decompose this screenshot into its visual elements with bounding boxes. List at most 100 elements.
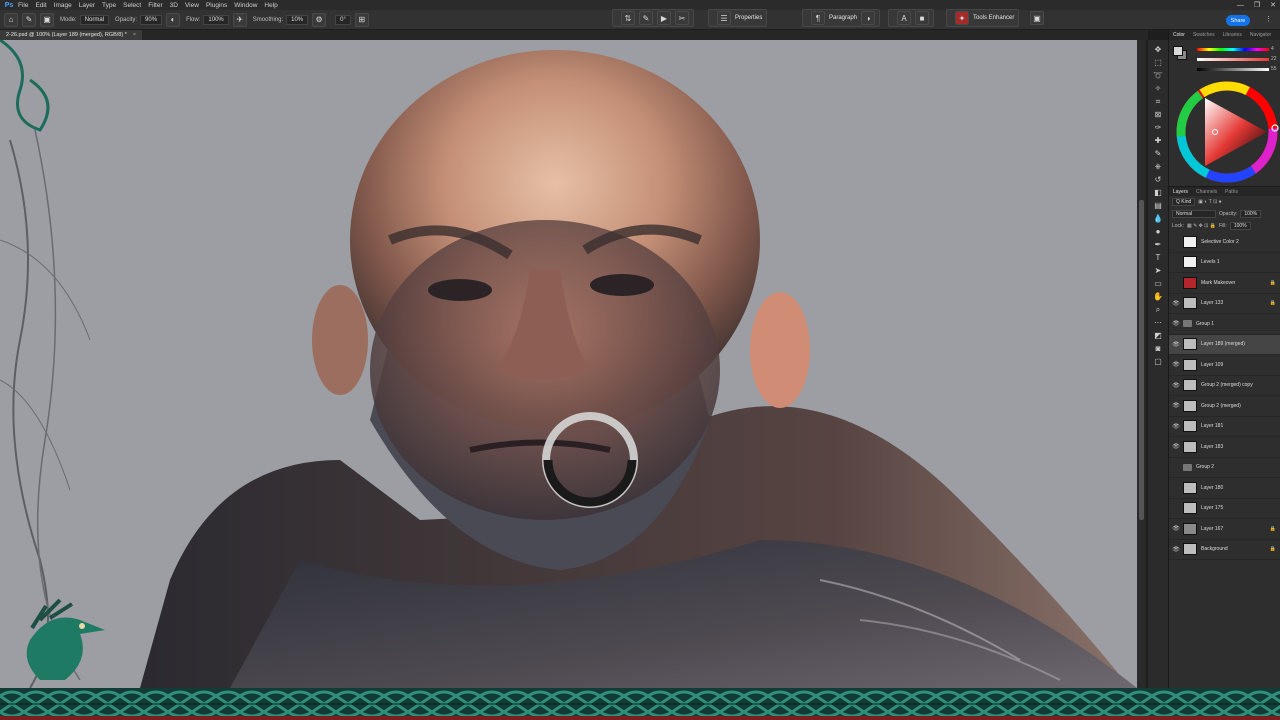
brush-icon[interactable]: ✎: [639, 11, 653, 25]
visibility-eye-icon[interactable]: 👁: [1169, 484, 1183, 491]
share-button[interactable]: Share: [1226, 15, 1250, 26]
angle-control[interactable]: 0°: [332, 14, 351, 25]
shape-tool-icon[interactable]: ▭: [1151, 278, 1165, 290]
brightness-slider[interactable]: [1197, 68, 1269, 71]
layer-row[interactable]: 👁 Group 1: [1169, 314, 1280, 335]
eraser-tool-icon[interactable]: ◧: [1151, 187, 1165, 199]
lasso-tool-icon[interactable]: ➰: [1151, 70, 1165, 82]
quick-mask-icon[interactable]: ◙: [1151, 343, 1165, 355]
path-select-tool-icon[interactable]: ➤: [1151, 265, 1165, 277]
history-brush-tool-icon[interactable]: ↺: [1151, 174, 1165, 186]
visibility-eye-icon[interactable]: 👁: [1169, 238, 1183, 245]
scrollbar-thumb[interactable]: [1139, 200, 1144, 520]
hand-tool-icon[interactable]: ✋: [1151, 291, 1165, 303]
layer-row[interactable]: 👁 Layer 181: [1169, 417, 1280, 437]
opacity-control[interactable]: Opacity: 90%: [115, 14, 163, 25]
tab-color[interactable]: Color: [1169, 32, 1189, 38]
close-icon[interactable]: ✕: [1270, 1, 1276, 9]
play-icon[interactable]: ▶: [657, 11, 671, 25]
layer-row[interactable]: 👁 Layer 189 (merged): [1169, 334, 1280, 355]
tab-navigator[interactable]: Navigator: [1246, 32, 1275, 38]
symmetry-icon[interactable]: ⊞: [354, 12, 369, 27]
brush-preset-icon[interactable]: ✎: [22, 12, 36, 27]
blend-mode-select[interactable]: Normal: [1172, 210, 1216, 218]
hue-value[interactable]: 4: [1271, 46, 1274, 52]
layer-row[interactable]: 👁 Layer 175: [1169, 499, 1280, 519]
layer-row[interactable]: 👁 Layer 109: [1169, 355, 1280, 376]
visibility-eye-icon[interactable]: 👁: [1169, 443, 1183, 450]
visibility-eye-icon[interactable]: 👁: [1169, 300, 1183, 307]
layer-row[interactable]: 👁 Selective Color 2: [1169, 232, 1280, 253]
marquee-tool-icon[interactable]: ⬚: [1151, 57, 1165, 69]
visibility-eye-icon[interactable]: 👁: [1169, 423, 1183, 430]
tab-swatches[interactable]: Swatches: [1189, 32, 1219, 38]
quick-select-tool-icon[interactable]: ✧: [1151, 83, 1165, 95]
tools-enhancer-button[interactable]: ✦ Tools Enhancer: [946, 9, 1020, 27]
eyedropper-tool-icon[interactable]: ✑: [1151, 122, 1165, 134]
menu-select[interactable]: Select: [123, 2, 141, 9]
layer-row[interactable]: 👁 Layer 167 🔒: [1169, 519, 1280, 540]
menu-3d[interactable]: 3D: [170, 2, 178, 9]
menu-image[interactable]: Image: [54, 2, 72, 9]
menu-help[interactable]: Help: [264, 2, 277, 9]
paragraph-panel-button[interactable]: ¶ Paragraph ◑: [802, 9, 881, 27]
record-icon[interactable]: ■: [915, 11, 929, 25]
close-tab-icon[interactable]: ×: [133, 32, 136, 38]
visibility-eye-icon[interactable]: 👁: [1169, 279, 1183, 286]
opacity-input[interactable]: 90%: [140, 14, 163, 25]
layer-row[interactable]: 👁 Layer 133 🔒: [1169, 294, 1280, 314]
angle-input[interactable]: 0°: [335, 14, 351, 25]
layer-fill-input[interactable]: 100%: [1229, 222, 1251, 230]
pressure-opacity-icon[interactable]: ◐: [166, 12, 181, 27]
layer-row[interactable]: 👁 Group 2 (merged): [1169, 396, 1280, 417]
visibility-eye-icon[interactable]: 👁: [1169, 546, 1183, 553]
tab-channels[interactable]: Channels: [1192, 189, 1221, 195]
document-tab[interactable]: 2-26.psd @ 100% (Layer 189 (merged), RGB…: [0, 30, 143, 40]
visibility-eye-icon[interactable]: 👁: [1169, 320, 1183, 327]
lock-icons[interactable]: ▦ ✎ ✥ ⊡ 🔒: [1187, 223, 1216, 229]
tab-libraries[interactable]: Libraries: [1219, 32, 1246, 38]
tab-paths[interactable]: Paths: [1221, 189, 1242, 195]
tab-layers[interactable]: Layers: [1169, 189, 1192, 195]
layer-row[interactable]: 👁 Layer 183: [1169, 437, 1280, 458]
healing-tool-icon[interactable]: ✚: [1151, 135, 1165, 147]
screen-mode-icon[interactable]: ▣: [1030, 11, 1044, 25]
character-icon[interactable]: A: [897, 11, 911, 25]
saturation-slider[interactable]: [1197, 58, 1269, 61]
airbrush-icon[interactable]: ✈: [232, 12, 247, 27]
layer-row[interactable]: 👁 Group 2 (merged) copy: [1169, 376, 1280, 396]
layer-row[interactable]: 👁 Background 🔒: [1169, 540, 1280, 560]
home-icon[interactable]: ⌂: [4, 12, 18, 27]
layer-row[interactable]: 👁 Layer 180: [1169, 478, 1280, 499]
more-tools-icon[interactable]: ⋯: [1151, 317, 1165, 329]
menu-file[interactable]: File: [18, 2, 28, 9]
layer-opacity-input[interactable]: 100%: [1240, 210, 1262, 218]
layer-row[interactable]: 👁 Group 2: [1169, 458, 1280, 478]
move-tool-icon[interactable]: ✥: [1151, 44, 1165, 56]
brush-settings-icon[interactable]: ▣: [40, 12, 54, 27]
canvas[interactable]: [0, 40, 1137, 688]
blur-tool-icon[interactable]: 💧: [1151, 213, 1165, 225]
visibility-eye-icon[interactable]: 👁: [1169, 402, 1183, 409]
visibility-eye-icon[interactable]: 👁: [1169, 464, 1183, 471]
type-tool-icon[interactable]: T: [1151, 252, 1165, 264]
visibility-eye-icon[interactable]: 👁: [1169, 361, 1183, 368]
color-wheel[interactable]: [1169, 76, 1280, 186]
gradient-tool-icon[interactable]: ▤: [1151, 200, 1165, 212]
flow-control[interactable]: Flow: 100%: [186, 14, 229, 25]
clone-stamp-tool-icon[interactable]: ⎈: [1151, 161, 1165, 173]
flow-input[interactable]: 100%: [203, 14, 229, 25]
pen-tool-icon[interactable]: ✒: [1151, 239, 1165, 251]
mode-control[interactable]: Mode: Normal: [60, 14, 110, 25]
visibility-eye-icon[interactable]: 👁: [1169, 382, 1183, 389]
smoothing-control[interactable]: Smoothing: 10%: [253, 14, 309, 25]
brightness-value[interactable]: 55: [1271, 66, 1277, 72]
properties-panel-button[interactable]: ☰ Properties: [708, 9, 768, 27]
frame-tool-icon[interactable]: ⊠: [1151, 109, 1165, 121]
color-swatches-icon[interactable]: ◩: [1151, 330, 1165, 342]
crop-tool-icon[interactable]: ⌗: [1151, 96, 1165, 108]
filter-icons[interactable]: ▣ ◐ T ⊡ ●: [1198, 199, 1221, 205]
dodge-tool-icon[interactable]: ●: [1151, 226, 1165, 238]
menu-plugins[interactable]: Plugins: [206, 2, 227, 9]
saturation-value[interactable]: 22: [1271, 56, 1277, 62]
